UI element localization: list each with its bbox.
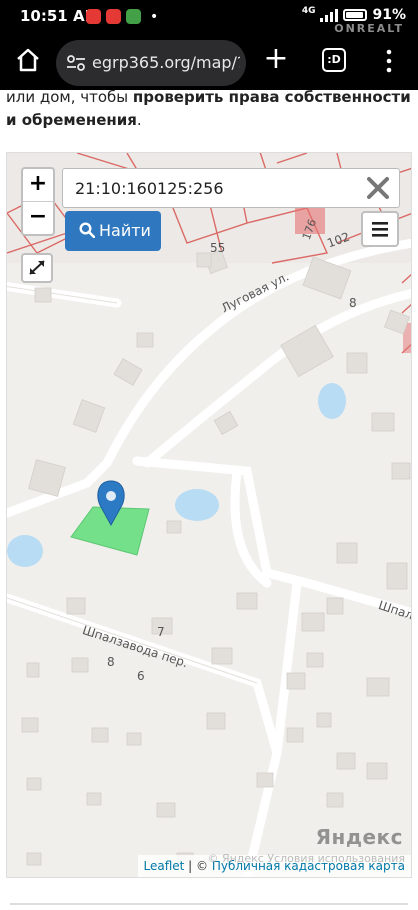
expand-icon — [29, 260, 45, 275]
house-number: 6 — [137, 669, 145, 683]
notification-app-icon — [86, 9, 101, 24]
leaflet-link[interactable]: Leaflet — [144, 859, 185, 873]
find-button-label: Найти — [99, 221, 151, 240]
house-number: 7 — [157, 625, 165, 639]
home-icon[interactable] — [14, 46, 42, 74]
house-number: 55 — [210, 241, 226, 255]
zoom-in-button[interactable]: + — [23, 169, 53, 201]
tab-switcher-button[interactable]: :D — [322, 48, 346, 72]
hamburger-icon — [372, 222, 388, 237]
find-button[interactable]: Найти — [65, 211, 161, 251]
browser-toolbar: egrp365.org/map/?ka + :D — [0, 34, 418, 90]
fullscreen-button[interactable] — [21, 253, 53, 283]
notification-message-icon — [126, 9, 141, 24]
site-settings-icon[interactable] — [66, 54, 86, 72]
address-bar[interactable]: egrp365.org/map/?ka — [56, 40, 246, 86]
status-bar: 10:51 AM • 4G 91% ONREALT — [0, 0, 418, 35]
cadastral-search-input[interactable]: 21:10:160125:256 — [62, 168, 400, 208]
status-more-dot: • — [150, 9, 159, 25]
map-tiles[interactable] — [7, 153, 412, 878]
search-icon — [79, 222, 95, 238]
network-type: 4G — [301, 5, 316, 16]
battery-percent: 91% — [372, 7, 406, 23]
url-text: egrp365.org/map/?ka — [92, 53, 240, 72]
intro-end: . — [136, 111, 142, 129]
page-bottom — [0, 880, 418, 910]
intro-plain: или дом, чтобы — [6, 88, 133, 106]
house-number: 8 — [349, 296, 357, 310]
search-value: 21:10:160125:256 — [75, 179, 224, 198]
browser-menu-icon[interactable] — [384, 48, 394, 74]
new-tab-button[interactable]: + — [262, 44, 290, 74]
close-icon[interactable] — [365, 175, 391, 201]
signal-icon — [320, 8, 339, 22]
house-number: 8 — [107, 655, 115, 669]
zoom-out-button[interactable]: − — [23, 201, 53, 234]
yandex-logo: Яндекс — [315, 825, 403, 849]
zoom-control: + − — [21, 167, 55, 236]
yandex-terms[interactable]: © Яндекс Условия использования — [207, 852, 405, 865]
battery-icon — [343, 9, 368, 21]
cadastral-map[interactable]: Луговая ул. Шпалзавода пер. Шпалз 55 102… — [6, 152, 412, 878]
status-indicators: 4G 91% — [301, 5, 406, 23]
notification-app-icon — [106, 9, 121, 24]
divider — [10, 903, 408, 905]
layers-menu-button[interactable] — [361, 211, 399, 247]
intro-text: или дом, чтобы проверить права собственн… — [6, 86, 416, 132]
